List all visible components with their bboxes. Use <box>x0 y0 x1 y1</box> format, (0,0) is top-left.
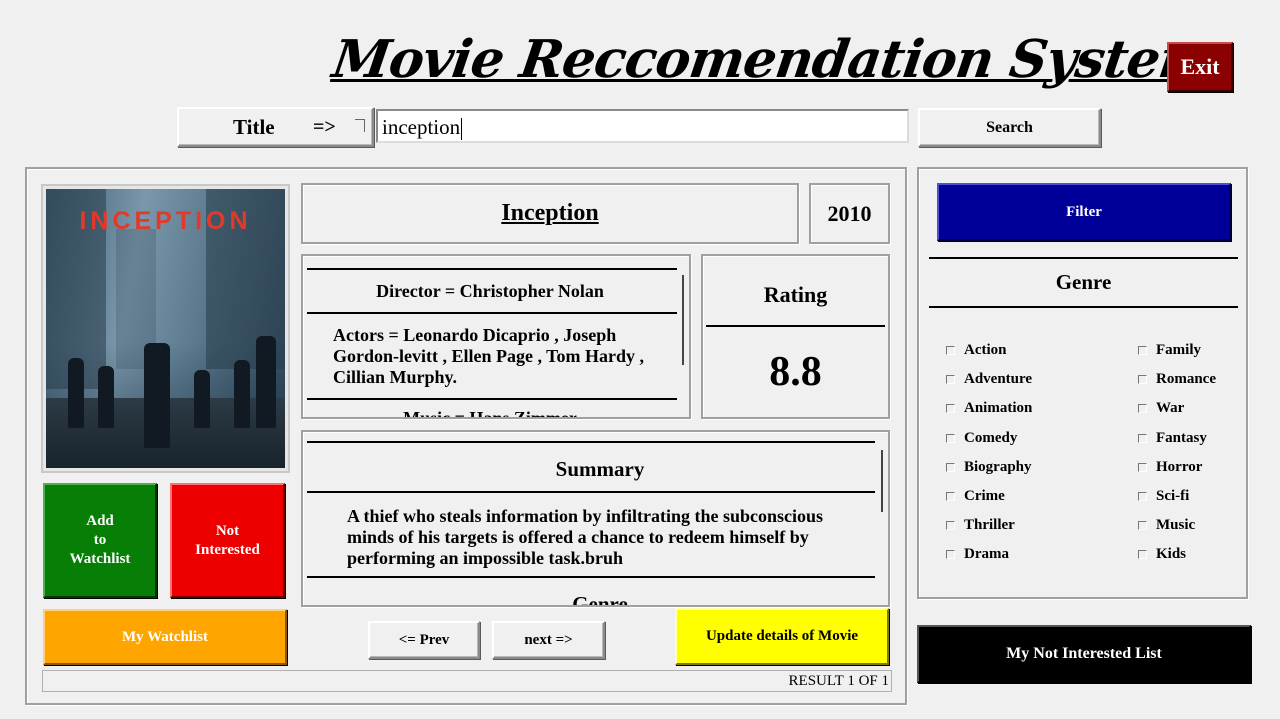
genre-checkbox-biography[interactable]: Biography <box>946 459 1032 476</box>
summary-scrollbar[interactable] <box>881 450 883 512</box>
add-to-watchlist-button[interactable]: Add to Watchlist <box>43 483 157 598</box>
movie-title-box: Inception <box>301 183 799 244</box>
not-interested-button[interactable]: Not Interested <box>170 483 285 598</box>
search-input-value: inception <box>382 115 461 139</box>
search-button[interactable]: Search <box>918 108 1101 147</box>
genre-checkbox-kids[interactable]: Kids <box>1138 546 1186 563</box>
genre-checkbox-war[interactable]: War <box>1138 400 1184 417</box>
checkbox-icon[interactable] <box>1138 346 1147 355</box>
genre-label: Music <box>1156 517 1196 534</box>
genre-label: Family <box>1156 342 1201 358</box>
poster-image: INCEPTION <box>46 189 285 468</box>
checkbox-icon[interactable] <box>1138 492 1147 501</box>
my-watchlist-button[interactable]: My Watchlist <box>43 609 287 665</box>
exit-button[interactable]: Exit <box>1167 42 1233 92</box>
genre-checkbox-fantasy[interactable]: Fantasy <box>1138 430 1207 447</box>
rating-value: 8.8 <box>769 349 822 395</box>
genre-checkbox-family[interactable]: Family <box>1138 342 1201 359</box>
text-caret <box>461 118 463 141</box>
option-menu-indicator-icon <box>355 119 365 132</box>
genre-label: Horror <box>1156 458 1203 475</box>
genre-label: Biography <box>964 458 1032 475</box>
poster-title-text: INCEPTION <box>79 207 252 235</box>
genre-label: Crime <box>964 488 1005 504</box>
genre-checkbox-thriller[interactable]: Thriller <box>946 517 1015 534</box>
search-input[interactable]: inception <box>376 109 909 143</box>
checkbox-icon[interactable] <box>1138 462 1147 472</box>
checkbox-icon[interactable] <box>946 521 955 531</box>
credits-scrollbar[interactable] <box>682 275 684 365</box>
genre-label: Animation <box>964 400 1033 417</box>
genre-label: Sci-fi <box>1156 488 1190 504</box>
checkbox-icon[interactable] <box>946 433 955 443</box>
app-title: Movie Reccomendation System <box>328 29 1218 90</box>
summary-text: A thief who steals information by infilt… <box>347 506 824 568</box>
summary-genre-label: Genre <box>572 592 628 607</box>
music-text: Music = Hans Zimmer <box>403 408 577 419</box>
genre-checkbox-sci-fi[interactable]: Sci-fi <box>1138 488 1189 505</box>
checkbox-icon[interactable] <box>946 375 955 385</box>
genre-label: Fantasy <box>1156 429 1207 446</box>
result-status: RESULT 1 OF 1 <box>42 670 892 692</box>
checkbox-icon[interactable] <box>946 462 955 472</box>
summary-box[interactable]: Summary A thief who steals information b… <box>301 430 890 607</box>
movie-credits-box[interactable]: Director = Christopher Nolan Actors = Le… <box>301 254 691 419</box>
genre-checkbox-music[interactable]: Music <box>1138 517 1195 534</box>
director-text: Director = Christopher Nolan <box>376 281 604 301</box>
checkbox-icon[interactable] <box>1138 404 1147 414</box>
movie-poster: INCEPTION <box>41 184 290 473</box>
genre-label: War <box>1156 400 1185 417</box>
genre-checkbox-adventure[interactable]: Adventure <box>946 371 1032 388</box>
filter-button[interactable]: Filter <box>937 183 1231 241</box>
genre-label: Kids <box>1156 546 1187 563</box>
next-button[interactable]: next => <box>492 621 605 659</box>
prev-button[interactable]: <= Prev <box>368 621 480 659</box>
update-movie-button[interactable]: Update details of Movie <box>675 608 889 665</box>
checkbox-icon[interactable] <box>946 346 955 355</box>
genre-checkbox-crime[interactable]: Crime <box>946 488 1005 505</box>
checkbox-icon[interactable] <box>1138 375 1147 385</box>
search-by-label: Title <box>233 114 275 139</box>
rating-box: Rating 8.8 <box>701 254 890 419</box>
checkbox-icon[interactable] <box>946 492 955 501</box>
genre-checkbox-romance[interactable]: Romance <box>1138 371 1216 388</box>
genre-checkbox-drama[interactable]: Drama <box>946 546 1009 563</box>
checkbox-icon[interactable] <box>1138 521 1147 531</box>
genre-label: Thriller <box>964 517 1015 534</box>
checkbox-icon[interactable] <box>1138 433 1147 443</box>
genre-label: Adventure <box>964 371 1033 388</box>
checkbox-icon[interactable] <box>1138 550 1147 560</box>
genre-checkbox-animation[interactable]: Animation <box>946 400 1032 417</box>
genre-checkbox-action[interactable]: Action <box>946 342 1007 359</box>
genre-label: Action <box>964 342 1007 358</box>
actors-text: Actors = Leonardo Dicaprio , Joseph Gord… <box>333 325 645 387</box>
genre-label: Comedy <box>964 429 1018 446</box>
movie-title: Inception <box>501 200 599 226</box>
search-by-menu[interactable]: Title => <box>177 107 374 147</box>
genre-header: Genre <box>1055 270 1112 294</box>
genre-label: Drama <box>964 546 1009 563</box>
summary-label: Summary <box>555 457 645 481</box>
checkbox-icon[interactable] <box>946 404 955 414</box>
genre-checkbox-comedy[interactable]: Comedy <box>946 430 1017 447</box>
genre-checkbox-horror[interactable]: Horror <box>1138 459 1202 476</box>
movie-year: 2010 <box>809 183 890 244</box>
checkbox-icon[interactable] <box>946 550 955 560</box>
genre-label: Romance <box>1156 371 1216 388</box>
rating-label: Rating <box>763 282 828 307</box>
not-interested-list-button[interactable]: My Not Interested List <box>917 625 1251 683</box>
search-by-arrow: => <box>313 115 336 138</box>
